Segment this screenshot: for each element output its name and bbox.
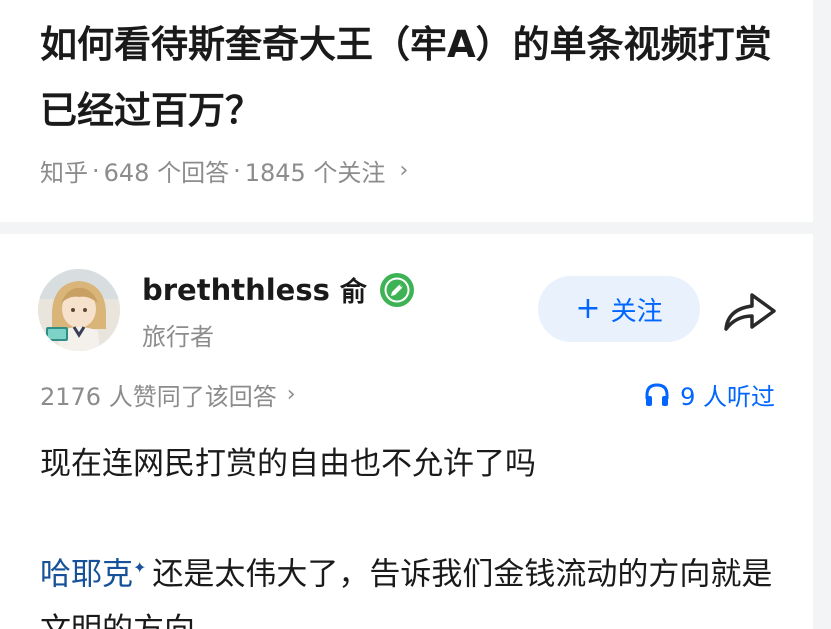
section-divider xyxy=(0,222,813,234)
author-name-row: breththless 俞 xyxy=(142,270,415,309)
listen-summary[interactable]: 9 人听过 xyxy=(644,377,775,412)
follow-button-label: 关注 xyxy=(610,296,663,327)
meta-separator: · xyxy=(92,156,100,185)
answer-paragraph-2: 哈耶克✦还是太伟大了，告诉我们金钱流动的方向就是文明的方向 xyxy=(40,540,800,629)
plus-icon: + xyxy=(575,291,601,326)
answer-paragraph-2-text: 还是太伟大了，告诉我们金钱流动的方向就是文明的方向 xyxy=(40,556,773,629)
share-arrow-icon[interactable] xyxy=(722,289,778,333)
upvote-summary[interactable]: 2176 人赞同了该回答 › xyxy=(40,377,296,412)
listen-count-text: 9 人听过 xyxy=(680,383,775,411)
answer-paragraph-1: 现在连网民打赏的自由也不允许了吗 xyxy=(40,446,536,482)
author-name-suffix: 俞 xyxy=(339,277,367,308)
question-source: 知乎 xyxy=(40,159,88,187)
question-header: 如何看待斯奎奇大王（牢A）的单条视频打赏已经过百万？ 知乎 · 648 个回答 … xyxy=(0,0,813,222)
author-name[interactable]: breththless xyxy=(142,273,330,307)
headphones-icon xyxy=(645,382,669,406)
meta-separator: · xyxy=(233,156,241,185)
question-meta[interactable]: 知乎 · 648 个回答 · 1845 个关注 › xyxy=(40,153,408,188)
sparkle-icon: ✦ xyxy=(133,558,147,577)
hayek-link[interactable]: 哈耶克 xyxy=(40,556,133,592)
question-title[interactable]: 如何看待斯奎奇大王（牢A）的单条视频打赏已经过百万？ xyxy=(40,12,780,144)
followers-count: 1845 个关注 xyxy=(244,159,386,187)
right-scrollbar-strip xyxy=(812,0,831,629)
author-headline: 旅行者 xyxy=(142,323,214,351)
answers-count: 648 个回答 xyxy=(103,159,230,187)
verified-edit-badge-icon xyxy=(379,272,414,307)
follow-button[interactable]: + 关注 xyxy=(538,276,700,342)
upvote-count-text: 2176 人赞同了该回答 xyxy=(40,383,277,411)
chevron-right-icon: › xyxy=(286,382,296,407)
avatar-illustration xyxy=(38,269,120,351)
answer-card: breththless 俞 旅行者 + 关注 2176 人赞同了该回答 › 9 … xyxy=(0,234,813,629)
author-avatar[interactable] xyxy=(38,269,120,351)
chevron-right-icon: › xyxy=(399,158,409,183)
